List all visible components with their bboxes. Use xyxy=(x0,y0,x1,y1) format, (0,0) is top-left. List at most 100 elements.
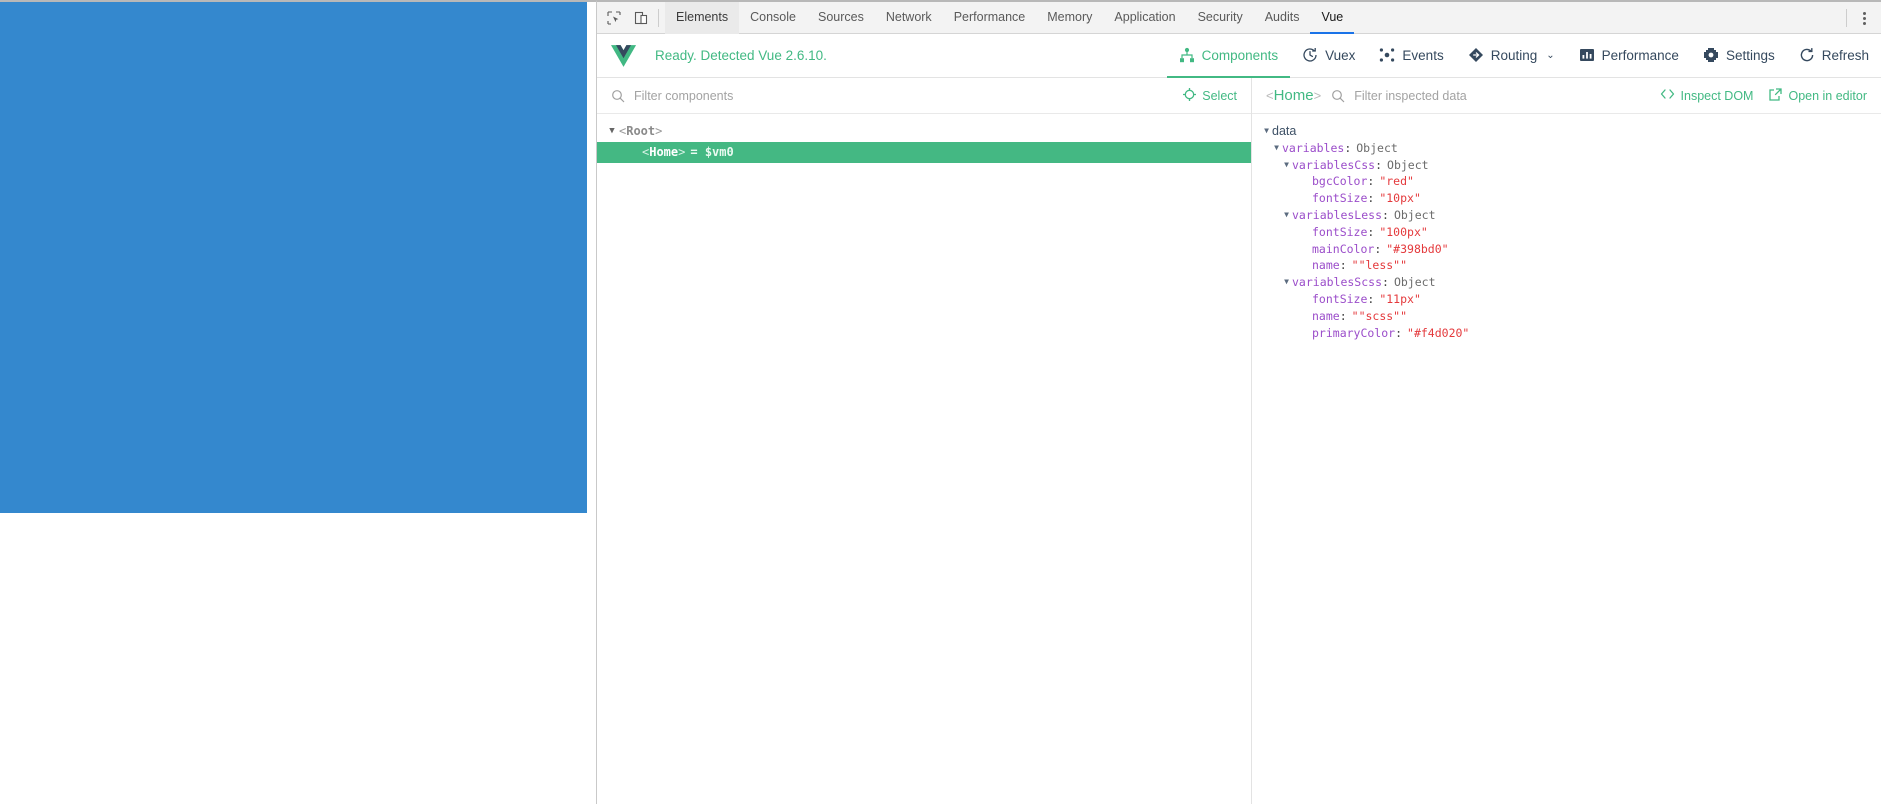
filter-inspected-data-input[interactable] xyxy=(1354,88,1644,103)
data-key: fontSize xyxy=(1312,191,1368,206)
data-row[interactable]: primaryColor: "#f4d020" xyxy=(1261,325,1881,342)
vue-action-settings[interactable]: Settings xyxy=(1691,34,1787,78)
inspector-pane: <Home> Inspect xyxy=(1252,78,1881,804)
data-key: data xyxy=(1272,124,1297,138)
code-brackets-icon xyxy=(1660,88,1675,103)
devtools-tab-security[interactable]: Security xyxy=(1187,2,1254,34)
devtools-tab-network[interactable]: Network xyxy=(875,2,943,34)
data-row[interactable]: ▼ data xyxy=(1261,123,1881,140)
data-value: Object xyxy=(1393,207,1436,222)
data-row[interactable]: ▼ variablesLess: Object xyxy=(1261,207,1881,224)
data-row[interactable]: ▼ variables: Object xyxy=(1261,140,1881,157)
data-value: Object xyxy=(1387,157,1429,172)
data-row[interactable]: ▼ variablesCss: Object xyxy=(1261,157,1881,174)
key-colon: : xyxy=(1339,308,1347,323)
data-value: "11px" xyxy=(1379,291,1421,306)
target-icon xyxy=(1183,87,1197,104)
devtools-tab-audits[interactable]: Audits xyxy=(1254,2,1311,34)
select-component-button[interactable]: Select xyxy=(1183,87,1237,104)
tree-node-root[interactable]: ▼ <Root> xyxy=(597,121,1251,142)
data-key: name xyxy=(1312,258,1340,273)
inspected-data-tree: ▼ data ▼ variables: Object ▼ variablesCss: Obje… xyxy=(1252,114,1881,341)
devtools-tab-application[interactable]: Application xyxy=(1103,2,1186,34)
data-key: mainColor xyxy=(1312,241,1375,256)
components-tree-icon xyxy=(1179,47,1195,63)
chevron-down-icon[interactable]: ⌄ xyxy=(1546,50,1554,61)
data-key: fontSize xyxy=(1312,224,1368,239)
tree-node-vm: = $vm0 xyxy=(690,145,734,159)
filter-components-input[interactable] xyxy=(634,88,1168,103)
vue-action-label: Routing xyxy=(1490,47,1538,63)
vue-action-vuex[interactable]: Vuex xyxy=(1290,34,1367,78)
data-value: ""less"" xyxy=(1351,258,1408,273)
vue-action-label: Settings xyxy=(1725,47,1775,63)
vue-action-label: Performance xyxy=(1601,47,1679,63)
tree-node-home[interactable]: <Home> = $vm0 xyxy=(597,142,1251,163)
devtools-tab-sources[interactable]: Sources xyxy=(807,2,875,34)
key-colon: : xyxy=(1367,224,1375,239)
data-key: variables xyxy=(1282,140,1345,155)
vue-action-events[interactable]: Events xyxy=(1367,34,1455,78)
data-key: primaryColor xyxy=(1312,325,1396,340)
data-row[interactable]: fontSize: "100px" xyxy=(1261,224,1881,241)
routing-diamond-icon xyxy=(1468,47,1484,63)
data-row[interactable]: mainColor: "#398bd0" xyxy=(1261,241,1881,258)
expand-arrow-icon[interactable]: ▼ xyxy=(1271,140,1282,157)
data-row[interactable]: name: ""scss"" xyxy=(1261,308,1881,325)
inspect-dom-label: Inspect DOM xyxy=(1680,88,1754,103)
data-value: "100px" xyxy=(1379,224,1428,239)
expand-arrow-icon[interactable]: ▼ xyxy=(1281,157,1292,174)
refresh-icon xyxy=(1799,47,1815,63)
external-link-icon xyxy=(1769,87,1783,104)
page-blue-block xyxy=(0,2,587,513)
screen-root: Elements Console Sources Network Perform… xyxy=(0,0,1881,804)
vue-action-components[interactable]: Components xyxy=(1166,34,1291,78)
vue-action-refresh[interactable]: Refresh xyxy=(1787,34,1881,78)
devtools-tab-console[interactable]: Console xyxy=(739,2,807,34)
open-in-editor-button[interactable]: Open in editor xyxy=(1769,87,1867,104)
key-colon: : xyxy=(1367,291,1375,306)
data-row[interactable]: bgcColor: "red" xyxy=(1261,173,1881,190)
devtools-tab-vue[interactable]: Vue xyxy=(1310,2,1355,34)
component-tree: ▼ <Root> <Home> = $vm0 xyxy=(597,114,1251,163)
devtools-tab-performance[interactable]: Performance xyxy=(943,2,1037,34)
devtools-tab-memory[interactable]: Memory xyxy=(1036,2,1103,34)
data-value: ""scss"" xyxy=(1351,308,1408,323)
components-toolbar: Select xyxy=(597,78,1251,114)
vue-action-bar: Components Vuex Events Routing ⌄ Perform… xyxy=(1166,34,1881,78)
expand-arrow-icon[interactable]: ▼ xyxy=(1261,123,1272,140)
vue-action-routing[interactable]: Routing ⌄ xyxy=(1456,34,1567,78)
devtools-window: Elements Console Sources Network Perform… xyxy=(597,0,1881,804)
components-pane: Select ▼ <Root> <Home> = $vm0 xyxy=(597,78,1252,804)
tree-node-label: <Root> xyxy=(619,124,663,138)
inspect-dom-button[interactable]: Inspect DOM xyxy=(1660,88,1754,103)
data-key: variablesLess xyxy=(1292,207,1383,222)
devtools-tab-elements[interactable]: Elements xyxy=(665,1,740,34)
expand-arrow-icon[interactable]: ▼ xyxy=(1281,274,1292,291)
open-in-editor-label: Open in editor xyxy=(1788,88,1867,103)
devtools-tabbar: Elements Console Sources Network Perform… xyxy=(597,1,1881,34)
data-value: "10px" xyxy=(1379,191,1421,206)
more-options-icon[interactable] xyxy=(1851,5,1877,31)
vue-action-performance[interactable]: Performance xyxy=(1567,34,1691,78)
page-viewport xyxy=(0,0,597,804)
device-toolbar-icon[interactable] xyxy=(627,5,654,31)
key-colon: : xyxy=(1374,241,1382,256)
inspect-element-icon[interactable] xyxy=(600,5,627,31)
vue-action-label: Refresh xyxy=(1821,47,1869,63)
data-row[interactable]: ▼ variablesScss: Object xyxy=(1261,274,1881,291)
key-colon: : xyxy=(1395,325,1403,340)
data-row[interactable]: fontSize: "11px" xyxy=(1261,291,1881,308)
vue-action-label: Vuex xyxy=(1325,47,1356,63)
data-value: Object xyxy=(1356,140,1398,155)
data-row[interactable]: name: ""less"" xyxy=(1261,257,1881,274)
expand-arrow-icon[interactable]: ▼ xyxy=(605,121,619,142)
settings-gear-icon xyxy=(1703,47,1719,63)
data-value: "#398bd0" xyxy=(1386,241,1449,256)
vue-action-label: Events xyxy=(1402,47,1444,63)
search-icon xyxy=(1331,89,1345,103)
events-scatter-icon xyxy=(1379,47,1395,63)
tree-node-label: <Home> xyxy=(642,145,686,159)
data-row[interactable]: fontSize: "10px" xyxy=(1261,190,1881,207)
expand-arrow-icon[interactable]: ▼ xyxy=(1281,207,1292,224)
